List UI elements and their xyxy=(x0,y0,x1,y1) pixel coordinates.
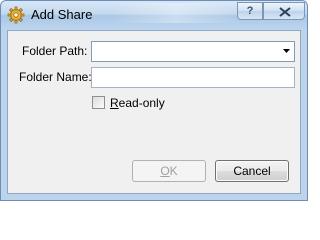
folder-path-combobox[interactable] xyxy=(91,41,295,62)
close-icon xyxy=(279,7,291,17)
help-button[interactable]: ? xyxy=(237,2,263,20)
folder-name-field[interactable] xyxy=(91,67,295,88)
close-button[interactable] xyxy=(263,2,305,20)
chevron-down-icon[interactable] xyxy=(283,49,290,53)
ok-button[interactable]: OK xyxy=(132,160,206,182)
add-share-dialog: Add Share ? Folder Path: Folder Name: Re… xyxy=(0,0,308,201)
folder-name-label: Folder Name: xyxy=(19,70,92,84)
title-bar[interactable]: Add Share ? xyxy=(1,1,307,30)
gear-icon xyxy=(7,6,25,24)
title-bar-glass xyxy=(111,3,241,23)
window-title: Add Share xyxy=(31,7,93,22)
readonly-checkbox[interactable] xyxy=(92,96,105,109)
dialog-body: Folder Path: Folder Name: Read-only OK C… xyxy=(7,30,301,194)
readonly-label[interactable]: Read-only xyxy=(110,96,165,110)
help-icon: ? xyxy=(246,5,254,17)
folder-path-label: Folder Path: xyxy=(22,44,88,58)
cancel-button[interactable]: Cancel xyxy=(215,160,289,182)
